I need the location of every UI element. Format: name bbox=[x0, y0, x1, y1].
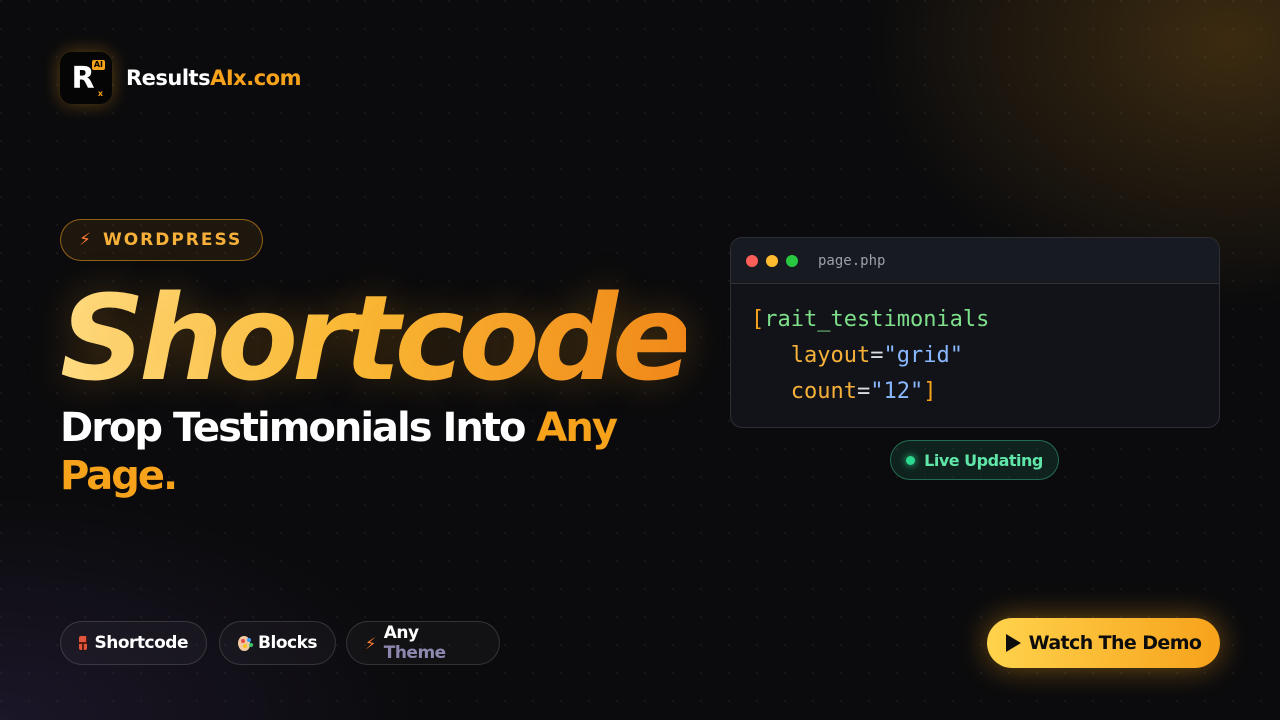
brand-name-white: Results bbox=[126, 66, 211, 90]
brick-icon bbox=[79, 636, 87, 650]
category-tag-label: WORDPRESS bbox=[102, 230, 243, 250]
minimize-dot-icon bbox=[766, 254, 778, 267]
brand-name-orange: AIx.com bbox=[210, 66, 301, 90]
play-icon bbox=[1005, 634, 1021, 652]
subheadline-white: Drop Testimonials Into bbox=[60, 405, 537, 451]
subheadline-orange-2: Page. bbox=[60, 453, 178, 499]
subheadline: Drop Testimonials Into Any Page. bbox=[60, 404, 660, 500]
chip-blocks[interactable]: Blocks bbox=[219, 621, 336, 665]
code-bracket-close: ] bbox=[923, 379, 937, 404]
code-attr-count: count bbox=[790, 379, 857, 404]
code-block: [rait_testimonials layout="grid" count="… bbox=[731, 284, 1219, 410]
code-value-layout: "grid" bbox=[883, 343, 963, 368]
brand-logo[interactable]: R AI x ResultsAIx.com bbox=[60, 52, 301, 104]
chip-label: Shortcode bbox=[94, 633, 189, 653]
live-updating-label: Live Updating bbox=[924, 450, 1043, 470]
watch-demo-button[interactable]: Watch The Demo bbox=[987, 618, 1220, 668]
chip-label: Blocks bbox=[258, 633, 317, 653]
code-window: page.php [rait_testimonials layout="grid… bbox=[730, 237, 1220, 428]
chip-label-white: Any bbox=[383, 623, 419, 643]
watch-demo-label: Watch The Demo bbox=[1028, 632, 1202, 654]
palette-icon bbox=[238, 635, 251, 651]
code-filename: page.php bbox=[818, 252, 886, 269]
code-window-titlebar: page.php bbox=[731, 238, 1219, 284]
maximize-dot-icon bbox=[786, 254, 798, 267]
chip-label-muted: Theme bbox=[383, 643, 446, 663]
code-equals: = bbox=[856, 379, 871, 404]
headline: Shortcode bbox=[60, 269, 692, 407]
logo-ai-badge: AI bbox=[91, 60, 105, 70]
code-bracket-open: [ bbox=[751, 307, 765, 332]
logo-mark: R AI x bbox=[60, 52, 112, 104]
live-updating-badge: Live Updating bbox=[890, 440, 1059, 480]
code-attr-layout: layout bbox=[790, 343, 871, 368]
code-value-count: "12" bbox=[870, 379, 924, 404]
status-dot-icon bbox=[906, 455, 916, 465]
chip-label: Any Theme bbox=[384, 623, 481, 663]
close-dot-icon bbox=[746, 254, 758, 267]
subheadline-orange: Any bbox=[536, 405, 618, 451]
chip-shortcode[interactable]: Shortcode bbox=[60, 621, 207, 665]
logo-x-mark: x bbox=[97, 89, 103, 98]
code-equals: = bbox=[870, 343, 884, 368]
brand-name: ResultsAIx.com bbox=[126, 66, 301, 90]
lightning-icon: ⚡︎ bbox=[365, 633, 376, 653]
code-shortcode-tag: rait_testimonials bbox=[764, 307, 990, 332]
lightning-icon: ⚡︎ bbox=[79, 230, 91, 250]
category-tag: ⚡︎ WORDPRESS bbox=[60, 219, 264, 261]
chip-any-theme[interactable]: ⚡︎ Any Theme bbox=[346, 621, 500, 665]
